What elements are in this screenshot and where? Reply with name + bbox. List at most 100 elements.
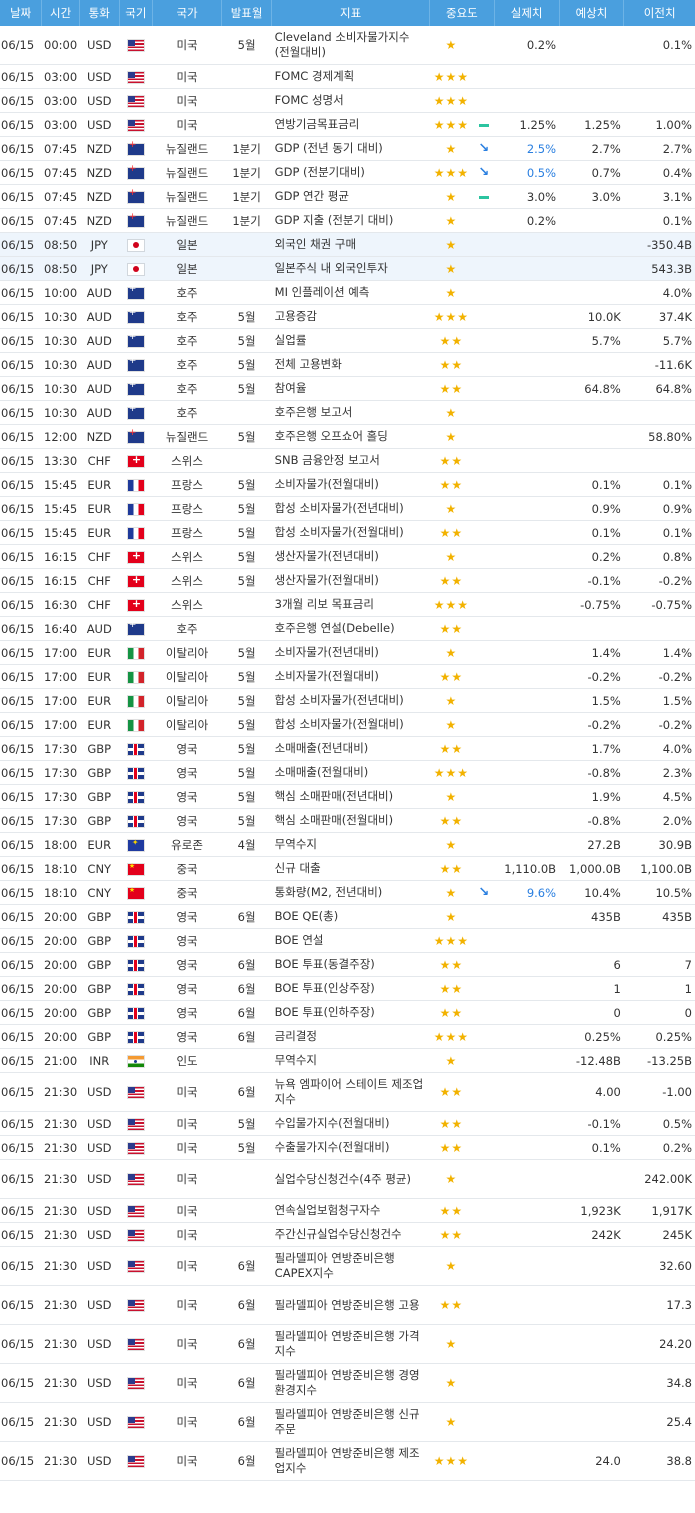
- forecast-cell: 0.25%: [559, 1024, 624, 1049]
- table-row[interactable]: 06/15 21:30 USD 미국 실업수당신청건수(4주 평균) ★ 242.00K: [0, 1159, 695, 1199]
- table-row[interactable]: 06/15 21:30 USD 미국 5월 수출물가지수(전월대비) ★★ 0.1% 0.2%: [0, 1135, 695, 1160]
- trend-cell: [473, 112, 495, 137]
- table-row[interactable]: 06/15 20:00 GBP 영국 6월 BOE 투표(동결주장) ★★ 6 7: [0, 952, 695, 977]
- header-forecast[interactable]: 예상치: [559, 0, 625, 26]
- flag-cell: [119, 1072, 153, 1112]
- table-row[interactable]: 06/1518:10CNY 중국 신규 대출 ★★ 1,110.0B1,000.0B1,…: [0, 856, 695, 881]
- previous-cell: 242.00K: [623, 1159, 695, 1199]
- trend-cell: [473, 1024, 495, 1049]
- table-row[interactable]: 06/15 17:30 GBP 영국 5월 핵심 소매판매(전년대비) ★ 1.9% 4.5%: [0, 784, 695, 809]
- table-row[interactable]: 06/15 17:00 EUR 이탈리아 5월 합성 소비자물가(전년대비) ★ 1.5% 1.…: [0, 688, 695, 713]
- header-actual[interactable]: 실제치: [494, 0, 560, 26]
- importance-cell: ★★: [429, 376, 474, 401]
- forecast-cell: [559, 26, 624, 65]
- table-row[interactable]: 06/15 21:30 USD 미국 6월 뉴욕 엠파이어 스테이트 제조업 지수 ★★ 4.…: [0, 1072, 695, 1112]
- table-row[interactable]: 06/15 21:30 USD 미국 연속실업보험청구자수 ★★ 1,923K 1,917K: [0, 1198, 695, 1223]
- actual-cell: [494, 1222, 560, 1247]
- table-row[interactable]: 06/1510:30AUD 호주5월참여율 ★★ 64.8%64.8%: [0, 376, 695, 401]
- time-cell: 21:30: [41, 1246, 80, 1286]
- table-row[interactable]: 06/1516:30CHF 스위스 3개월 리보 목표금리★★★ -0.75%-0.7…: [0, 592, 695, 617]
- flag-cell: [119, 688, 153, 713]
- forecast-cell: 1.5%: [559, 688, 624, 713]
- table-row[interactable]: 06/15 20:00 GBP 영국 6월 BOE 투표(인상주장) ★★ 1 1: [0, 976, 695, 1001]
- importance-stars: ★: [445, 429, 458, 444]
- previous-cell: 0.4%: [623, 160, 695, 185]
- table-row[interactable]: 06/15 20:00 GBP 영국 6월 BOE QE(총) ★ 435B 435B: [0, 904, 695, 929]
- currency-cell: EUR: [79, 520, 120, 545]
- table-row[interactable]: 06/15 03:00 USD 미국 FOMC 성명서 ★★★: [0, 88, 695, 113]
- table-row[interactable]: 06/15 15:45 EUR 프랑스 5월 합성 소비자물가(전년대비) ★ 0.9% 0.9…: [0, 496, 695, 521]
- actual-cell: [494, 88, 560, 113]
- header-country[interactable]: 국가: [152, 0, 223, 26]
- table-row[interactable]: 06/1507:45NZD 뉴질랜드1분기GDP (전년 동기 대비) ★ ↘ 2.5%…: [0, 136, 695, 161]
- table-row[interactable]: 06/15 21:30 USD 미국 6월 필라델피아 연방준비은행 고용 ★★ 17.3: [0, 1285, 695, 1325]
- table-row[interactable]: 06/1513:30CHF 스위스 SNB 금융안정 보고서 ★★: [0, 448, 695, 473]
- table-row[interactable]: 06/15 21:30 USD 미국 6월 필라델피아 연방준비은행 제조업지수 ★★★ 24…: [0, 1441, 695, 1481]
- table-row[interactable]: 06/1512:00NZD 뉴질랜드5월호주은행 오프쇼어 홀딩 ★ 58.80%: [0, 424, 695, 449]
- table-row[interactable]: 06/15 21:30 USD 미국 6월 필라델피아 연방준비은행 CAPEX지수 ★ 32…: [0, 1246, 695, 1286]
- header-flag[interactable]: 국기: [119, 0, 154, 26]
- table-row[interactable]: 06/15 20:00 GBP 영국 6월 BOE 투표(인하주장) ★★ 0 0: [0, 1000, 695, 1025]
- table-row[interactable]: 06/15 21:30 USD 미국 6월 필라델피아 연방준비은행 신규주문 ★ 25.4: [0, 1402, 695, 1442]
- table-row[interactable]: 06/15 15:45 EUR 프랑스 5월 합성 소비자물가(전월대비) ★★ 0.1% 0.…: [0, 520, 695, 545]
- table-row[interactable]: 06/15 08:50 JPY 일본 일본주식 내 외국인투자 ★ 543.3B: [0, 256, 695, 281]
- table-row[interactable]: 06/1507:45NZD뉴질랜드1분기GDP 연간 평균★3.0%3.0%3.…: [0, 184, 695, 209]
- table-row[interactable]: 06/15 21:30 USD 미국 주간신규실업수당신청건수 ★★ 242K 245K: [0, 1222, 695, 1247]
- header-indicator[interactable]: 지표: [271, 0, 430, 26]
- date-cell: 06/15: [0, 1159, 42, 1199]
- time-cell: 15:45: [41, 472, 80, 497]
- table-row[interactable]: 06/15 08:50 JPY 일본 외국인 채권 구매 ★ -350.4B: [0, 232, 695, 257]
- flag-au-icon: [127, 308, 144, 323]
- table-row[interactable]: 06/1510:30AUD 호주5월전체 고용변화 ★★ -11.6K: [0, 352, 695, 377]
- table-row[interactable]: 06/15 03:00 USD 미국 연방기금목표금리 ★★★ 1.25% 1.25% 1.00…: [0, 112, 695, 137]
- forecast-cell: 242K: [559, 1222, 624, 1247]
- table-row[interactable]: 06/15 21:30 USD 미국 6월 필라델피아 연방준비은행 가격지수 ★ 24.20: [0, 1324, 695, 1364]
- header-period[interactable]: 발표월: [221, 0, 273, 26]
- table-row[interactable]: 06/1507:45NZD 뉴질랜드1분기GDP 지출 (전분기 대비) ★ 0.2%…: [0, 208, 695, 233]
- country-cell: 호주: [152, 280, 222, 305]
- header-previous[interactable]: 이전치: [623, 0, 695, 26]
- previous-cell: [623, 88, 695, 113]
- table-row[interactable]: 06/15 21:00 INR 인도 무역수지 ★ -12.48B -13.25B: [0, 1048, 695, 1073]
- table-row[interactable]: 06/15 03:00 USD 미국 FOMC 경제계획 ★★★: [0, 64, 695, 89]
- table-row[interactable]: 06/1510:00AUD 호주 MI 인플레이션 예측 ★ 4.0%: [0, 280, 695, 305]
- table-row[interactable]: 06/15 17:00 EUR 이탈리아 5월 합성 소비자물가(전월대비) ★ -0.2% -…: [0, 712, 695, 737]
- table-row[interactable]: 06/15 21:30 USD 미국 5월 수입물가지수(전월대비) ★★ -0.1% 0.5%: [0, 1111, 695, 1136]
- table-row[interactable]: 06/15 17:30 GBP 영국 5월 소매매출(전년대비) ★★ 1.7% 4.0%: [0, 736, 695, 761]
- date-cell: 06/15: [0, 640, 42, 665]
- importance-stars: ★: [445, 693, 458, 708]
- date-cell: 06/15: [0, 424, 42, 449]
- table-row[interactable]: 06/15 17:00 EUR 이탈리아 5월 소비자물가(전월대비) ★★ -0.2% -0.…: [0, 664, 695, 689]
- table-row[interactable]: 06/15 15:45 EUR 프랑스 5월 소비자물가(전월대비) ★★ 0.1% 0.1%: [0, 472, 695, 497]
- table-row[interactable]: 06/1516:15CHF 스위스5월생산자물가(전년대비) ★ 0.2%0.8%: [0, 544, 695, 569]
- indicator-cell: 3개월 리보 목표금리: [271, 592, 430, 617]
- table-row[interactable]: 06/15 17:00 EUR 이탈리아 5월 소비자물가(전년대비) ★ 1.4% 1.4%: [0, 640, 695, 665]
- forecast-cell: 27.2B: [559, 832, 624, 857]
- table-row[interactable]: 06/1510:30AUD 호주 호주은행 보고서 ★: [0, 400, 695, 425]
- header-importance[interactable]: 중요도: [429, 0, 495, 26]
- period-cell: 6월: [221, 1024, 272, 1049]
- table-row[interactable]: 06/1510:30AUD 호주5월실업률 ★★ 5.7%5.7%: [0, 328, 695, 353]
- table-row[interactable]: 06/15 00:00 USD 미국 5월 Cleveland 소비자물가지수 (전월대비…: [0, 26, 695, 65]
- header-time[interactable]: 시간: [41, 0, 80, 26]
- table-row[interactable]: 06/1518:00EUR 유로존4월무역수지 ★ 27.2B30.9B: [0, 832, 695, 857]
- header-currency[interactable]: 통화: [79, 0, 120, 26]
- country-cell: 미국: [152, 112, 222, 137]
- table-row[interactable]: 06/15 21:30 USD 미국 6월 필라델피아 연방준비은행 경영환경지수 ★ 34.…: [0, 1363, 695, 1403]
- table-row[interactable]: 06/15 20:00 GBP 영국 BOE 연설 ★★★: [0, 928, 695, 953]
- table-row[interactable]: 06/1507:45NZD뉴질랜드1분기GDP (전분기대비)★★★↘0.5%0…: [0, 160, 695, 185]
- time-cell: 21:30: [41, 1402, 80, 1442]
- table-row[interactable]: 06/1510:30AUD 호주5월고용증감★★★ 10.0K37.4K: [0, 304, 695, 329]
- table-row[interactable]: 06/15 17:30 GBP 영국 5월 핵심 소매판매(전월대비) ★★ -0.8% 2.0…: [0, 808, 695, 833]
- period-cell: 5월: [221, 376, 272, 401]
- table-row[interactable]: 06/15 20:00 GBP 영국 6월 금리결정 ★★★ 0.25% 0.25%: [0, 1024, 695, 1049]
- table-row[interactable]: 06/15 17:30 GBP 영국 5월 소매매출(전월대비) ★★★ -0.8% 2.3%: [0, 760, 695, 785]
- table-row[interactable]: 06/1518:10CNY 중국 통화량(M2, 전년대비) ★ ↘ 9.6%10.4%1…: [0, 880, 695, 905]
- actual-cell: [494, 976, 560, 1001]
- importance-cell: ★: [429, 544, 474, 569]
- table-row[interactable]: 06/1516:15CHF 스위스5월생산자물가(전월대비) ★★ -0.1%-0.2…: [0, 568, 695, 593]
- header-date[interactable]: 날짜: [0, 0, 43, 26]
- table-row[interactable]: 06/1516:40AUD 호주 호주은행 연설(Debelle) ★★: [0, 616, 695, 641]
- country-cell: 영국: [152, 760, 222, 785]
- country-cell: 미국: [152, 1363, 222, 1403]
